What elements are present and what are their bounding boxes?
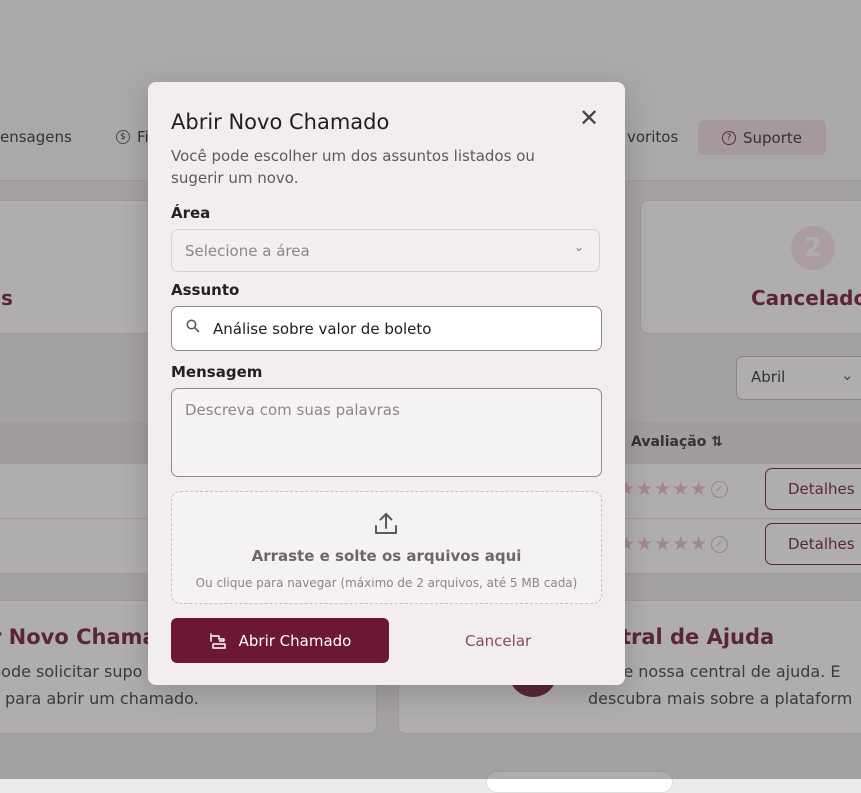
upload-icon <box>375 513 397 534</box>
area-select[interactable]: Selecione a área ⌄ <box>171 229 600 272</box>
open-ticket-button[interactable]: Abrir Chamado <box>171 618 389 663</box>
subject-label: Assunto <box>171 281 240 299</box>
modal-title: Abrir Novo Chamado <box>171 110 390 134</box>
search-icon <box>186 319 200 337</box>
open-ticket-button-label: Abrir Chamado <box>238 631 352 650</box>
cancel-button[interactable]: Cancelar <box>465 632 531 650</box>
new-ticket-modal: Abrir Novo Chamado ✕ Você pode escolher … <box>148 82 625 685</box>
area-label: Área <box>171 204 211 222</box>
dropzone-title: Arraste e solte os arquivos aqui <box>251 547 522 565</box>
close-icon[interactable]: ✕ <box>576 106 602 132</box>
hand-raised-icon <box>209 632 226 649</box>
message-label: Mensagem <box>171 363 263 381</box>
message-textarea[interactable]: Descreva com suas palavras <box>171 388 602 477</box>
message-placeholder: Descreva com suas palavras <box>185 401 400 419</box>
file-dropzone[interactable]: Arraste e solte os arquivos aqui Ou cliq… <box>171 491 602 604</box>
dropzone-subtitle: Ou clique para navegar (máximo de 2 arqu… <box>195 576 578 590</box>
area-select-placeholder: Selecione a área <box>185 242 310 260</box>
chevron-down-icon: ⌄ <box>574 240 585 254</box>
subject-value: Análise sobre valor de boleto <box>213 320 432 338</box>
subject-search-input[interactable]: Análise sobre valor de boleto <box>171 306 602 351</box>
modal-description: Você pode escolher um dos assuntos lista… <box>171 147 535 187</box>
